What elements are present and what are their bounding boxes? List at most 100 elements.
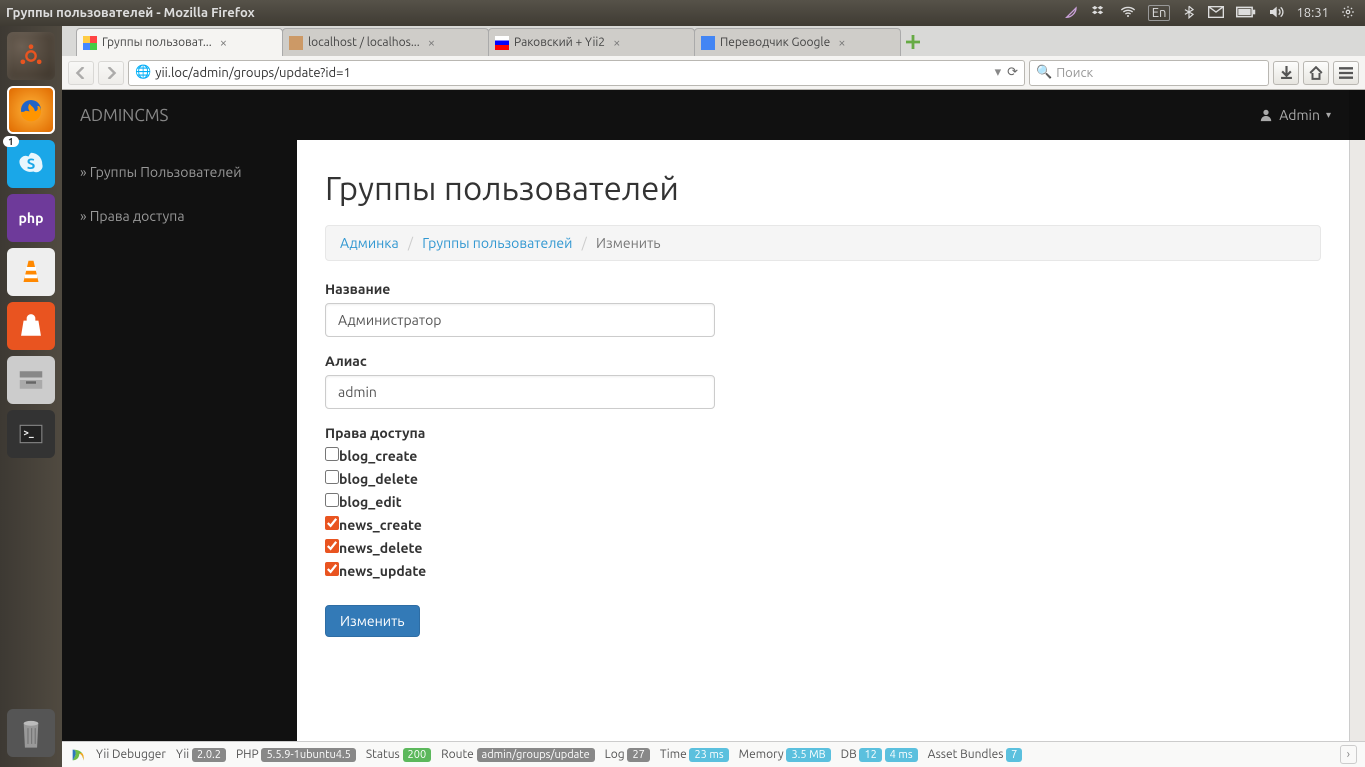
browser-window: Группы пользоват... × localhost / localh…	[62, 26, 1365, 741]
perm-news_delete[interactable]: news_delete	[325, 539, 1321, 556]
unity-launcher: 1 S php >_	[0, 26, 62, 767]
user-menu[interactable]: Admin ▾	[1259, 107, 1331, 123]
perms-label: Права доступа	[325, 425, 1321, 441]
dropbox-icon[interactable]	[1092, 4, 1108, 23]
breadcrumb: Админка / Группы пользователей / Изменит…	[325, 225, 1321, 261]
chevron-down-icon: ▾	[1326, 109, 1331, 121]
debug-collapse[interactable]: ›	[1340, 745, 1357, 764]
downloads-button[interactable]	[1273, 61, 1299, 85]
breadcrumb-admin[interactable]: Админка	[340, 235, 399, 251]
yii-debug-bar[interactable]: Yii Debugger Yii 2.0.2 PHP 5.5.9-1ubuntu…	[62, 741, 1365, 767]
launcher-skype[interactable]: 1 S	[7, 140, 55, 188]
launcher-files[interactable]	[7, 356, 55, 404]
perm-label: news_delete	[339, 540, 422, 556]
window-titlebar: Группы пользователей - Mozilla Firefox E…	[0, 0, 1365, 26]
breadcrumb-current: Изменить	[596, 235, 661, 251]
tab-label: localhost / localhos...	[308, 36, 420, 49]
breadcrumb-groups[interactable]: Группы пользователей	[422, 235, 572, 251]
perm-label: news_update	[339, 563, 426, 579]
perm-blog_create[interactable]: blog_create	[325, 447, 1321, 464]
debug-label: Yii Debugger	[96, 748, 166, 761]
close-icon[interactable]: ×	[220, 36, 227, 50]
reload-icon[interactable]: ⟳	[1007, 65, 1018, 80]
favicon-icon	[289, 36, 303, 50]
launcher-terminal[interactable]: >_	[7, 410, 55, 458]
perm-checkbox[interactable]	[325, 493, 339, 507]
perm-label: blog_delete	[339, 471, 418, 487]
gear-icon[interactable]	[1341, 5, 1355, 22]
alias-input[interactable]	[325, 375, 715, 409]
keyboard-layout[interactable]: En	[1148, 5, 1171, 21]
tab-label: Группы пользоват...	[102, 36, 212, 49]
window-title: Группы пользователей - Mozilla Firefox	[6, 6, 255, 20]
search-placeholder: Поиск	[1056, 66, 1093, 80]
forward-button[interactable]	[98, 61, 124, 85]
sidebar: » Группы Пользователей » Права доступа	[62, 90, 297, 741]
alias-label: Алиас	[325, 353, 1321, 369]
launcher-trash[interactable]	[7, 709, 55, 757]
launcher-software[interactable]	[7, 302, 55, 350]
clock[interactable]: 18:31	[1296, 6, 1329, 20]
perm-checkbox[interactable]	[325, 562, 339, 576]
launcher-firefox[interactable]	[7, 86, 55, 134]
feather-icon	[1064, 4, 1080, 23]
home-button[interactable]	[1303, 61, 1329, 85]
field-perms: Права доступа blog_create blog_deleteblog…	[325, 425, 1321, 579]
new-tab-button[interactable]	[900, 28, 926, 56]
url-bar[interactable]: 🌐 yii.loc/admin/groups/update?id=1 ▾ ⟳	[128, 60, 1025, 86]
user-name: Admin	[1279, 107, 1320, 123]
perm-checkbox[interactable]	[325, 447, 339, 461]
submit-button[interactable]: Изменить	[325, 605, 420, 637]
close-icon[interactable]: ×	[838, 36, 845, 50]
favicon-icon	[495, 36, 509, 50]
globe-icon: 🌐	[135, 65, 151, 80]
perm-label: blog_edit	[339, 494, 402, 510]
perm-blog_delete[interactable]: blog_delete	[325, 470, 1321, 487]
perm-checkbox[interactable]	[325, 516, 339, 530]
svg-text:S: S	[27, 155, 36, 172]
launcher-phpstorm[interactable]: php	[7, 194, 55, 242]
perm-checkbox[interactable]	[325, 470, 339, 484]
name-input[interactable]	[325, 303, 715, 337]
name-label: Название	[325, 281, 1321, 297]
tab-3[interactable]: Переводчик Google ×	[694, 28, 901, 56]
app-header: ADMINCMS Admin ▾	[62, 90, 1349, 140]
perm-label: blog_create	[339, 448, 417, 464]
nav-toolbar: 🌐 yii.loc/admin/groups/update?id=1 ▾ ⟳ 🔍…	[62, 56, 1365, 90]
user-icon	[1259, 108, 1273, 122]
system-tray: En 18:31	[1064, 4, 1365, 23]
sidebar-item-permissions[interactable]: » Права доступа	[62, 194, 297, 238]
skype-badge: 1	[3, 136, 19, 147]
tab-1[interactable]: localhost / localhos... ×	[282, 28, 489, 56]
page-content: ADMINCMS Admin ▾ » Группы Пользователей …	[62, 90, 1365, 741]
perm-checkbox[interactable]	[325, 539, 339, 553]
battery-icon[interactable]	[1236, 6, 1256, 21]
wifi-icon[interactable]	[1120, 4, 1136, 23]
scrollbar[interactable]	[1349, 140, 1365, 741]
tab-label: Раковский + Yii2	[514, 36, 605, 49]
perm-news_create[interactable]: news_create	[325, 516, 1321, 533]
back-button[interactable]	[68, 61, 94, 85]
bluetooth-icon[interactable]	[1182, 5, 1196, 22]
dropdown-icon[interactable]: ▾	[995, 65, 1002, 80]
perm-news_update[interactable]: news_update	[325, 562, 1321, 579]
launcher-dash[interactable]	[7, 32, 55, 80]
volume-icon[interactable]	[1268, 4, 1284, 23]
perm-blog_edit[interactable]: blog_edit	[325, 493, 1321, 510]
tab-label: Переводчик Google	[720, 36, 830, 49]
close-icon[interactable]: ×	[613, 36, 620, 50]
search-bar[interactable]: 🔍 Поиск	[1029, 60, 1269, 86]
svg-text:>_: >_	[23, 427, 33, 439]
tab-2[interactable]: Раковский + Yii2 ×	[488, 28, 695, 56]
menu-button[interactable]	[1333, 61, 1359, 85]
page-title: Группы пользователей	[325, 170, 1321, 207]
mail-icon[interactable]	[1208, 6, 1224, 21]
launcher-vlc[interactable]	[7, 248, 55, 296]
sidebar-item-groups[interactable]: » Группы Пользователей	[62, 150, 297, 194]
main-panel: Группы пользователей Админка / Группы по…	[297, 140, 1349, 741]
brand[interactable]: ADMINCMS	[80, 106, 168, 125]
close-icon[interactable]: ×	[428, 36, 435, 50]
favicon-icon	[701, 36, 715, 50]
favicon-icon	[83, 36, 97, 50]
tab-0[interactable]: Группы пользоват... ×	[76, 28, 283, 56]
